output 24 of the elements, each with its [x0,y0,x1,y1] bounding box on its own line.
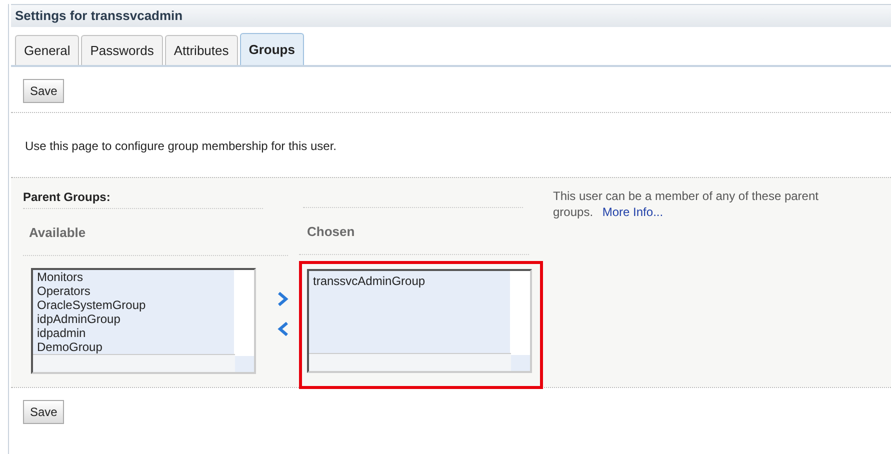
help-text: This user can be a member of any of these parent groups. More Info... [552,188,820,220]
page-header: Settings for transsvcadmin [11,4,891,27]
tab[interactable]: Attributes [164,35,238,65]
tab[interactable]: General [15,35,80,65]
list-item[interactable]: idpadmin [37,326,86,340]
list-item[interactable]: idpAdminGroup [37,312,120,326]
chosen-list[interactable]: transsvcAdminGroup [307,268,532,372]
tab[interactable]: Groups [240,33,304,65]
list-item[interactable]: DemoGroup [37,340,102,354]
list-item[interactable]: OracleSystemGroup [37,298,146,312]
column-header: Available [23,209,288,256]
more-info-link[interactable]: More Info... [602,205,664,219]
tab[interactable]: Passwords [81,35,163,65]
move-right-icon[interactable] [277,292,289,306]
intro-text: Use this page to configure group membership for this user. [24,138,338,155]
list-item[interactable]: Monitors [37,270,84,284]
save-button[interactable]: Save [23,400,64,424]
column-header: Chosen [299,208,529,254]
list-item[interactable]: transsvcAdminGroup [313,272,426,288]
available-list[interactable]: Monitors Operators OracleSystemGroup idpAdminGroup idpadmin DemoGroup [31,268,256,374]
list-item[interactable]: Operators [37,284,90,298]
section-title: Parent Groups: [23,188,263,209]
save-button[interactable]: Save [23,79,64,103]
move-left-icon[interactable] [277,322,289,336]
